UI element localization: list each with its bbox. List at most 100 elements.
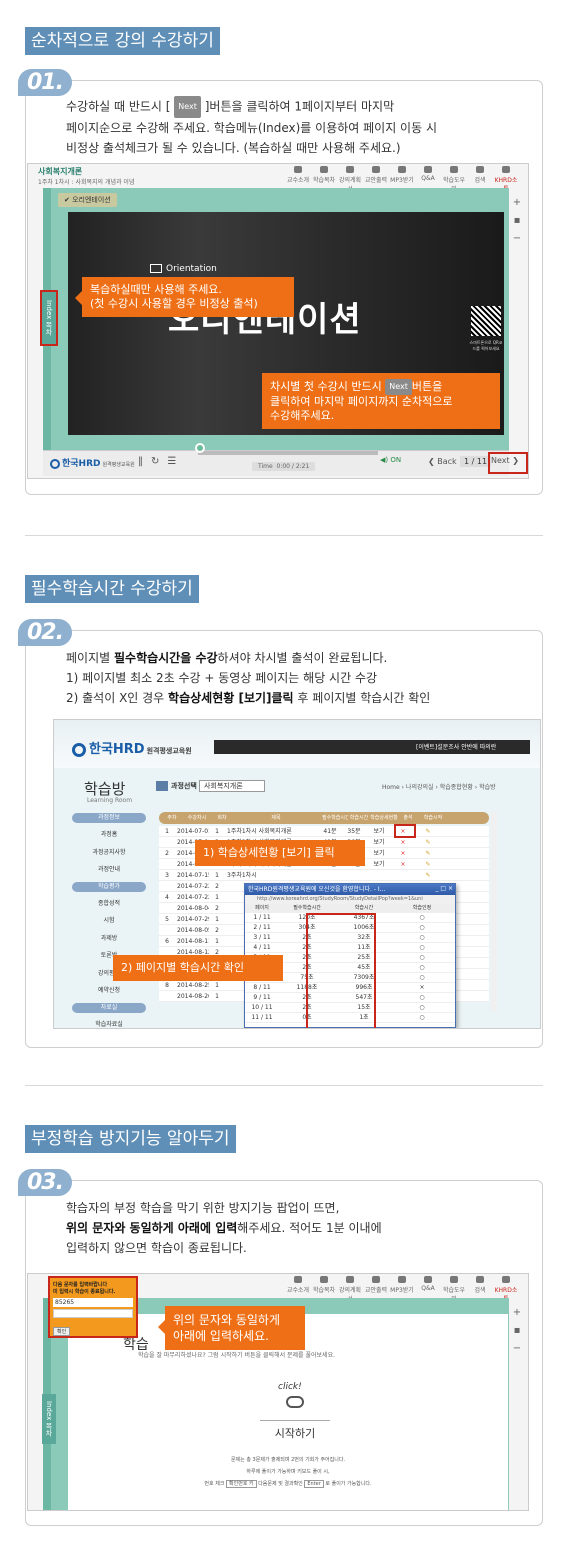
callout-line: 복습하실때만 사용해 주세요. xyxy=(90,283,222,296)
pencil-icon[interactable]: ✎ xyxy=(413,837,443,847)
callout-verify: 위의 문자와 동일하게 아래에 입력하세요. xyxy=(158,1306,305,1350)
progress-track[interactable] xyxy=(198,451,378,455)
step-badge-1: 01. xyxy=(18,69,72,96)
verify-input[interactable] xyxy=(53,1309,133,1318)
menu-item[interactable]: 과정정보 xyxy=(72,813,146,823)
minimize-icon[interactable]: _ xyxy=(435,885,438,892)
verify-confirm-button[interactable]: 확인 xyxy=(53,1327,71,1336)
popup-cell: ○ xyxy=(419,964,425,971)
zoom-reset-icon[interactable]: ▪ xyxy=(512,212,522,230)
course-select-label: 과정선택 xyxy=(171,782,197,790)
menu-item[interactable]: 종합성적 xyxy=(64,895,154,913)
zoom-in-icon[interactable]: + xyxy=(512,194,522,212)
view-link[interactable]: 보기 xyxy=(365,826,393,836)
menu-item[interactable]: 학습자료실 xyxy=(64,1016,154,1029)
pencil-icon[interactable]: ✎ xyxy=(413,859,443,869)
zoom-out-icon[interactable]: − xyxy=(512,1340,522,1358)
mouse-icon xyxy=(286,1396,304,1408)
text-line: 해주세요. 적어도 1분 이내에 xyxy=(237,1221,382,1235)
zoom-controls[interactable]: + ▪ − xyxy=(512,194,522,248)
zoom-reset-icon[interactable]: ▪ xyxy=(512,1322,522,1340)
view-link[interactable]: 보기 xyxy=(365,848,393,858)
menu-item[interactable]: 예약신청 xyxy=(64,982,154,1000)
text-line: 비정상 출석체크가 될 수 있습니다. (복습하실 때만 사용해 주세요.) xyxy=(66,141,401,155)
popup-cell: 11 / 11 xyxy=(251,1014,273,1021)
toolbar-item[interactable]: 강의계획서 xyxy=(338,1274,362,1303)
maximize-icon[interactable]: □ xyxy=(440,885,446,892)
toolbar-item[interactable]: 강의계획서 xyxy=(338,164,362,193)
page-indicator: 1 / 11 xyxy=(460,456,492,467)
toolbar-item[interactable]: KHRD소통 xyxy=(494,1274,518,1303)
zoom-controls[interactable]: + ▪ − xyxy=(512,1304,522,1358)
menu-item[interactable]: 과정안내 xyxy=(64,861,154,879)
toolbar-item[interactable]: Q&A xyxy=(416,1274,440,1296)
start-button[interactable]: 시작하기 xyxy=(260,1420,330,1441)
scrollbar[interactable] xyxy=(491,812,497,1012)
view-link[interactable] xyxy=(365,870,393,880)
table-cell: 2014-08-05 xyxy=(177,927,209,934)
list-icon[interactable]: ☰ xyxy=(167,456,184,467)
index-tab[interactable]: Index 목차 xyxy=(42,1394,56,1444)
close-icon[interactable]: × xyxy=(448,885,453,892)
table-cell: 2014-07-01 xyxy=(177,828,209,835)
toolbar-item[interactable]: Q&A xyxy=(416,164,440,186)
attendance-mark: × xyxy=(400,839,406,846)
instruction-part: 로 풀이가 가능합니다. xyxy=(325,1481,372,1487)
popup-cell: 4 / 11 xyxy=(253,944,271,951)
pause-icon[interactable]: ‖ xyxy=(138,456,151,467)
popup-url-bar[interactable]: http://www.koreahrd.org/StudyRoom/StudyD… xyxy=(245,895,455,904)
pencil-icon[interactable]: ✎ xyxy=(413,826,443,836)
toolbar-item[interactable]: 학습목차 xyxy=(312,164,336,186)
menu-item[interactable]: 시험 xyxy=(64,912,154,930)
menu-item[interactable]: 과제방 xyxy=(64,930,154,948)
toolbar-item[interactable]: MP3받기 xyxy=(390,164,414,186)
toolbar-item[interactable]: MP3받기 xyxy=(390,1274,414,1296)
table-cell: 2014-08-04 xyxy=(177,905,209,912)
toolbar-item[interactable]: 교수소개 xyxy=(286,1274,310,1296)
section-3-text: 학습자의 부정 학습을 막기 위한 방지기능 팝업이 뜨면, 위의 문자와 동일… xyxy=(66,1198,526,1258)
menu-item[interactable]: 자료실 xyxy=(72,1002,146,1013)
course-dropdown[interactable]: 사회복지개론 xyxy=(199,780,265,792)
table-cell: 2014-08-26 xyxy=(177,993,209,1000)
popup-cell: × xyxy=(419,984,425,991)
pencil-icon[interactable]: ✎ xyxy=(413,848,443,858)
toolbar-item[interactable]: 교수소개 xyxy=(286,164,310,186)
step-badge-3: 03. xyxy=(18,1169,72,1196)
zoom-out-icon[interactable]: − xyxy=(512,230,522,248)
toolbar-item[interactable]: 교안출력 xyxy=(364,164,388,186)
toolbar-item[interactable]: 검색 xyxy=(468,164,492,186)
table-cell: 2 xyxy=(215,927,219,934)
toolbar-item[interactable]: 교안출력 xyxy=(364,1274,388,1296)
table-cell: 4 xyxy=(165,894,169,901)
window-controls[interactable]: _ □ × xyxy=(435,885,453,892)
toolbar-item[interactable]: 학습도우미 xyxy=(442,164,466,193)
back-button[interactable]: ❮ Back xyxy=(428,457,457,466)
course-subtitle: 1주차 1차시 : 사회복지의 개념과 이념 xyxy=(38,179,135,186)
volume-on-label: ON xyxy=(390,456,402,464)
pencil-icon[interactable]: ✎ xyxy=(413,870,443,880)
volume-control[interactable]: ◀) ON xyxy=(380,456,401,464)
chevron-left-icon: ❮ xyxy=(428,457,435,466)
toolbar-item[interactable]: 학습목차 xyxy=(312,1274,336,1296)
site-logo[interactable]: 한국HRD 원격평생교육원 xyxy=(72,738,192,757)
zoom-in-icon[interactable]: + xyxy=(512,1304,522,1322)
progress-handle[interactable] xyxy=(195,443,205,453)
callout-time: 2) 페이지별 학습시간 확인 xyxy=(113,955,283,981)
section-1-text: 수강하실 때 반드시 [ Next ]버튼을 클릭하여 1페이지부터 마지막 페… xyxy=(66,96,526,158)
restart-icon[interactable]: ↻ xyxy=(151,456,167,467)
table-cell: 2014-08-11 xyxy=(177,938,209,945)
menu-item[interactable]: 학습평가 xyxy=(72,881,146,892)
toolbar-item[interactable]: 검색 xyxy=(468,1274,492,1296)
toolbar-item[interactable]: 학습도우미 xyxy=(442,1274,466,1303)
event-banner[interactable]: [이벤트]설문조사 안반에 따의란 xyxy=(416,742,496,751)
popup-cell: ○ xyxy=(419,924,425,931)
verify-subtitle: 미 입력시 학습이 종료됩니다. xyxy=(53,1289,116,1295)
section-title-3: 부정학습 방지기능 알아두기 xyxy=(25,1125,236,1153)
view-link[interactable]: 보기 xyxy=(365,859,393,869)
menu-item[interactable]: 과정공지사항 xyxy=(64,844,154,862)
menu-item[interactable]: 과정홈 xyxy=(64,826,154,844)
toolbar-item[interactable]: KHRD소통 xyxy=(494,164,518,193)
review-tab[interactable]: ✔ 오리엔테이션 xyxy=(58,193,117,207)
view-link[interactable]: 보기 xyxy=(365,837,393,847)
key-hint: 확인번호 키 xyxy=(226,1480,257,1488)
